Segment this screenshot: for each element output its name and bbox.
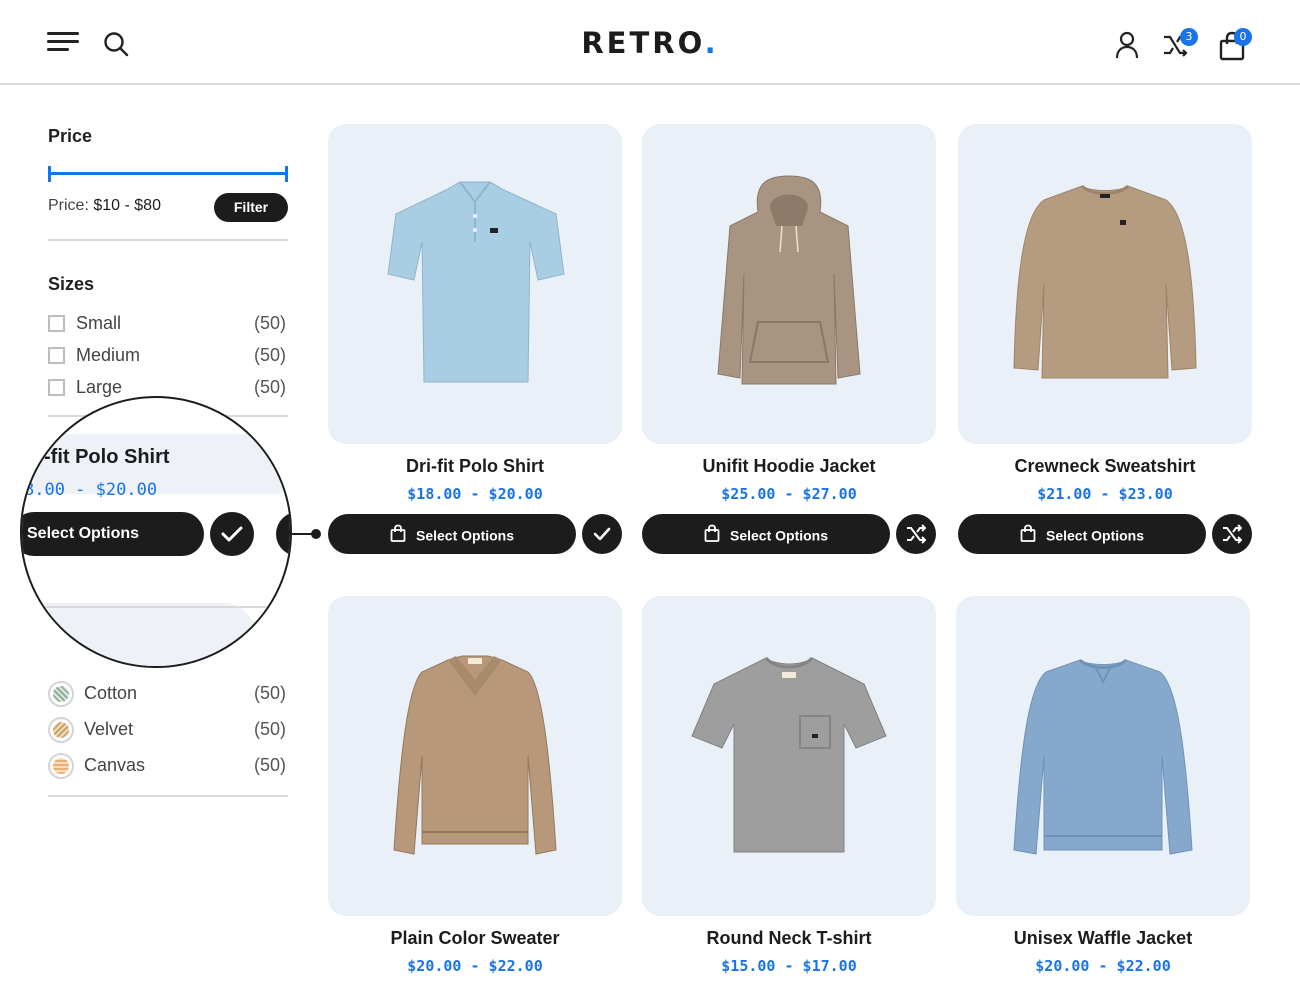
button-label: Select Options bbox=[1045, 527, 1145, 544]
product-image[interactable] bbox=[328, 124, 622, 444]
product-price: $25.00 - $27.00 bbox=[721, 485, 857, 503]
product-name[interactable]: Round Neck T-shirt bbox=[642, 928, 936, 949]
size-label: Large bbox=[76, 377, 123, 397]
bag-icon bbox=[1020, 524, 1036, 543]
polo-shirt-icon bbox=[387, 181, 565, 383]
fabric-label: Velvet bbox=[84, 719, 134, 739]
size-count: (50) bbox=[253, 313, 286, 333]
product-price: $21.00 - $23.00 bbox=[1037, 485, 1173, 503]
select-options-button[interactable]: Select Options bbox=[328, 514, 576, 554]
size-count: (50) bbox=[253, 377, 286, 397]
product-image[interactable] bbox=[642, 124, 936, 444]
size-count: (50) bbox=[253, 345, 286, 365]
price-range-text: Price: $10 - $80 bbox=[48, 197, 161, 214]
select-options-button[interactable]: Select Options bbox=[642, 514, 890, 554]
slider-min-handle[interactable] bbox=[48, 166, 51, 182]
velvet-swatch-icon bbox=[48, 717, 74, 743]
zoom-magnifier: -fit Polo Shirt 8.00 - $20.00 Select Opt… bbox=[20, 396, 292, 668]
size-label: Medium bbox=[76, 345, 141, 365]
compare-count-badge: 3 bbox=[1180, 28, 1198, 46]
site-logo[interactable]: RETRO. bbox=[0, 26, 1300, 60]
fabric-count: (50) bbox=[253, 683, 286, 703]
zoom-product-price: 8.00 - $20.00 bbox=[24, 480, 158, 500]
zoom-pointer-dot bbox=[311, 529, 321, 539]
product-image[interactable] bbox=[328, 596, 622, 916]
fabric-option-canvas[interactable]: Canvas (50) bbox=[48, 753, 288, 779]
fabric-label: Canvas bbox=[84, 755, 146, 775]
checkbox[interactable] bbox=[48, 379, 65, 396]
sweater-icon bbox=[393, 655, 557, 855]
product-price: $20.00 - $22.00 bbox=[407, 957, 543, 975]
check-icon[interactable] bbox=[582, 514, 622, 554]
cart-count-badge: 0 bbox=[1234, 28, 1252, 46]
fabric-count: (50) bbox=[253, 719, 286, 739]
waffle-jacket-icon bbox=[1013, 658, 1193, 855]
product-image[interactable] bbox=[958, 124, 1252, 444]
product-price: $20.00 - $22.00 bbox=[1035, 957, 1171, 975]
checkbox[interactable] bbox=[48, 347, 65, 364]
product-price: $15.00 - $17.00 bbox=[721, 957, 857, 975]
product-name[interactable]: Plain Color Sweater bbox=[328, 928, 622, 949]
slider-track bbox=[48, 172, 288, 175]
divider bbox=[48, 795, 288, 797]
bag-icon bbox=[390, 524, 406, 543]
zoom-divider bbox=[22, 606, 272, 608]
price-range-slider[interactable] bbox=[48, 166, 288, 182]
size-option-medium[interactable]: Medium (50) bbox=[48, 345, 288, 367]
fabric-filter-title: Fabr bbox=[48, 640, 88, 660]
button-label: Select Options bbox=[415, 527, 515, 544]
zoom-product-name: -fit Polo Shirt bbox=[44, 446, 170, 468]
fabric-count: (50) bbox=[253, 755, 286, 775]
select-options-button[interactable]: Select Options bbox=[958, 514, 1206, 554]
product-name[interactable]: Unisex Waffle Jacket bbox=[956, 928, 1250, 949]
t-shirt-icon bbox=[691, 656, 887, 853]
fabric-option-velvet[interactable]: Velvet (50) bbox=[48, 717, 288, 743]
price-filter-title: Price bbox=[48, 126, 93, 146]
size-label: Small bbox=[76, 313, 122, 333]
button-label: Select Options bbox=[729, 527, 829, 544]
cotton-swatch-icon bbox=[48, 681, 74, 707]
bag-icon bbox=[704, 524, 720, 543]
account-icon[interactable] bbox=[1114, 31, 1140, 59]
product-image[interactable] bbox=[956, 596, 1250, 916]
shuffle-compare-icon[interactable] bbox=[1212, 514, 1252, 554]
zoom-select-options-button[interactable]: Select Options bbox=[22, 512, 204, 556]
divider bbox=[48, 239, 288, 241]
checkbox[interactable] bbox=[48, 315, 65, 332]
t-shirt-shape bbox=[691, 657, 887, 853]
product-name[interactable]: Unifit Hoodie Jacket bbox=[642, 456, 936, 477]
product-price: $18.00 - $20.00 bbox=[407, 485, 543, 503]
hoodie-icon bbox=[717, 175, 861, 385]
site-header: RETRO. 3 0 bbox=[0, 0, 1300, 85]
product-name[interactable]: Crewneck Sweatshirt bbox=[958, 456, 1252, 477]
product-image[interactable] bbox=[642, 596, 936, 916]
sizes-filter-title: Sizes bbox=[48, 274, 95, 294]
fabric-label: Cotton bbox=[84, 683, 138, 703]
product-name[interactable]: Dri-fit Polo Shirt bbox=[328, 456, 622, 477]
fabric-option-cotton[interactable]: Cotton (50) bbox=[48, 681, 288, 707]
jacket-shape bbox=[1013, 659, 1193, 855]
slider-max-handle[interactable] bbox=[285, 166, 288, 182]
filter-button[interactable]: Filter bbox=[214, 193, 288, 222]
sweatshirt-shape bbox=[1013, 185, 1197, 379]
size-option-small[interactable]: Small (50) bbox=[48, 313, 288, 335]
zoom-check-icon[interactable] bbox=[210, 512, 254, 556]
canvas-swatch-icon bbox=[48, 753, 74, 779]
sweatshirt-icon bbox=[1013, 184, 1197, 379]
shuffle-compare-icon[interactable] bbox=[896, 514, 936, 554]
